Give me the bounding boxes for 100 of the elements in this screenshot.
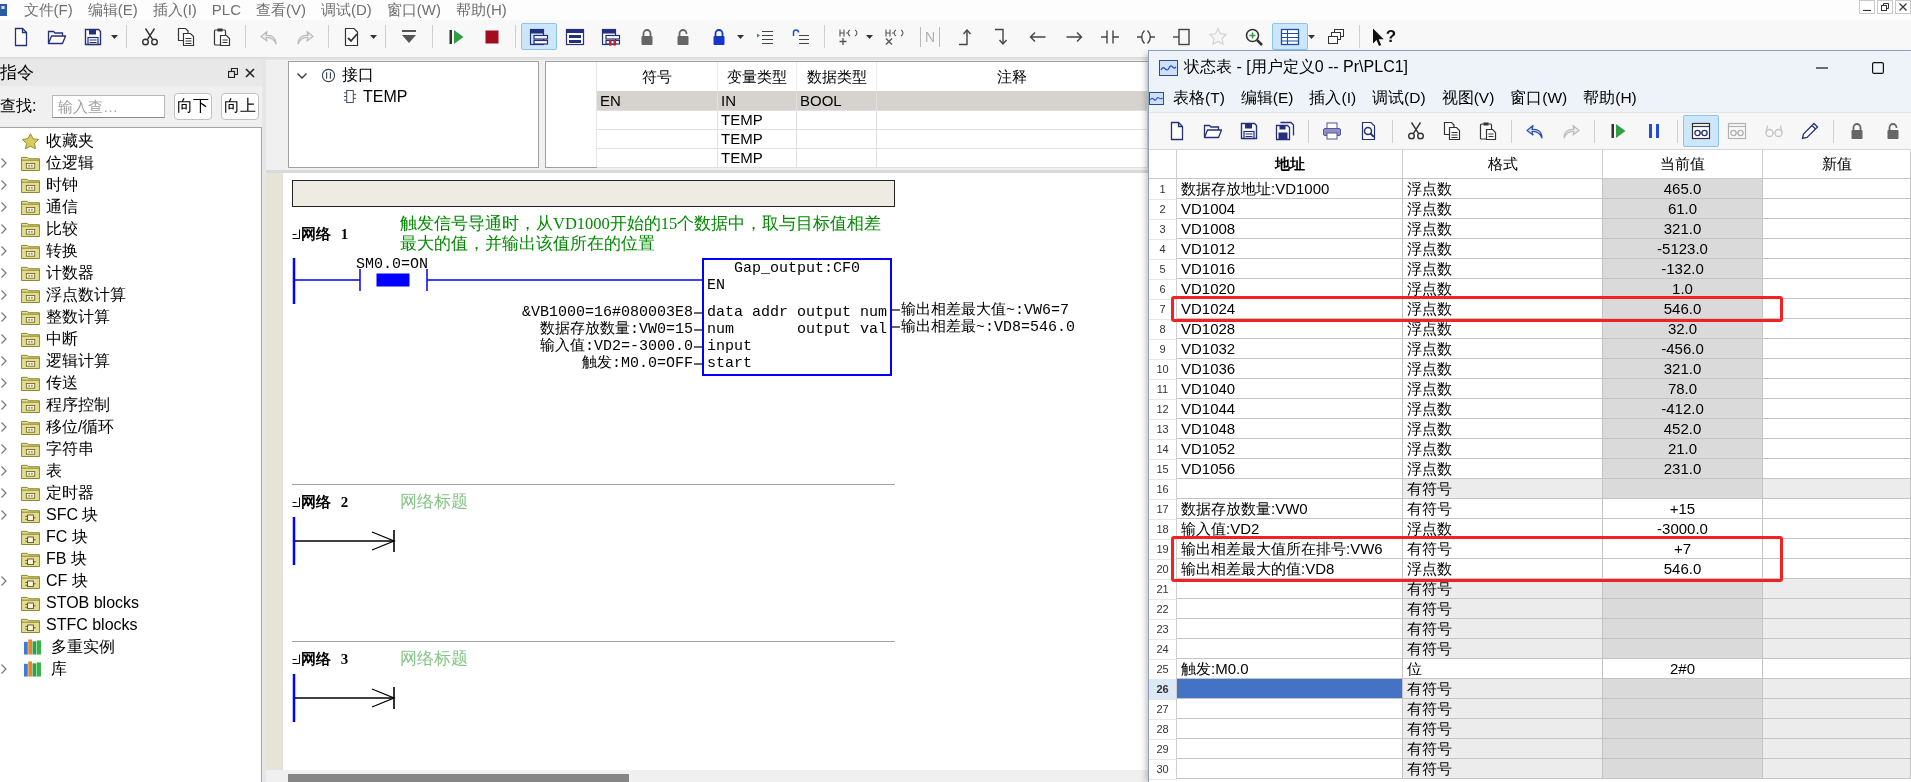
table-cell[interactable]: VD1028 <box>1177 319 1403 339</box>
table-cell[interactable]: 浮点数 <box>1403 439 1603 459</box>
table-cell[interactable]: 浮点数 <box>1403 399 1603 419</box>
table-cell[interactable] <box>1763 739 1911 759</box>
table-cell[interactable]: VD1044 <box>1177 399 1403 419</box>
scrollbar-thumb[interactable] <box>288 774 629 782</box>
table-cell[interactable] <box>797 129 877 149</box>
table-cell[interactable]: VD1036 <box>1177 359 1403 379</box>
tree-item[interactable]: 表 <box>46 460 62 482</box>
table-cell[interactable] <box>1763 439 1911 459</box>
table-cell[interactable] <box>1763 759 1911 779</box>
table-cell[interactable] <box>1177 599 1403 619</box>
search-field[interactable]: 输入查… <box>52 94 165 118</box>
table-cell[interactable] <box>1763 299 1911 319</box>
menu-item[interactable]: 调试(D) <box>1364 87 1434 109</box>
network-comment[interactable]: 触发信号导通时，从VD1000开始的15个数据中，取与目标值相差最大的值，并输出该值所在的位置 <box>400 214 895 254</box>
menu-item[interactable]: 插入(I) <box>1301 87 1365 109</box>
float-window-icon[interactable] <box>228 68 238 78</box>
table-cell[interactable]: VD1020 <box>1177 279 1403 299</box>
table-cell[interactable]: 浮点数 <box>1403 379 1603 399</box>
menu-item[interactable]: PLC <box>204 0 249 20</box>
table-cell[interactable]: 浮点数 <box>1403 239 1603 259</box>
table-cell[interactable] <box>1177 619 1403 639</box>
table-cell[interactable] <box>1763 419 1911 439</box>
table-cell[interactable] <box>1177 719 1403 739</box>
close-icon[interactable] <box>245 68 255 78</box>
table-button[interactable] <box>1272 23 1308 50</box>
table-cell[interactable] <box>1763 359 1911 379</box>
table-cell[interactable] <box>1763 619 1911 639</box>
table-cell[interactable] <box>1763 599 1911 619</box>
table-cell[interactable]: 输出相差最大的值:VD8 <box>1177 559 1403 579</box>
restore-button[interactable] <box>1877 0 1893 14</box>
table-cell[interactable] <box>1763 339 1911 359</box>
tree-item[interactable]: 移位/循环 <box>46 416 115 438</box>
tree-item[interactable]: 接口 <box>342 65 374 86</box>
menu-item[interactable]: 编辑(E) <box>80 0 146 20</box>
table-cell[interactable]: 浮点数 <box>1403 319 1603 339</box>
table-cell[interactable] <box>877 91 1148 111</box>
function-block[interactable]: Gap_output:CF0 EN data addr output num num output val input start <box>702 258 892 376</box>
table-cell[interactable] <box>1177 479 1403 499</box>
selected-row[interactable]: EN IN BOOL <box>597 91 1148 110</box>
table-cell[interactable]: 有符号 <box>1403 479 1603 499</box>
tree-item[interactable]: CF 块 <box>46 570 88 592</box>
table-cell[interactable] <box>597 148 718 168</box>
tree-item[interactable]: 转换 <box>46 240 78 262</box>
search-button[interactable]: 向下 <box>174 92 212 120</box>
table-cell[interactable] <box>1763 259 1911 279</box>
tree-item[interactable]: 整数计算 <box>46 306 110 328</box>
table-cell[interactable] <box>1763 579 1911 599</box>
table-cell[interactable]: TEMP <box>718 129 797 149</box>
table-cell[interactable] <box>1763 719 1911 739</box>
table-cell[interactable] <box>1177 579 1403 599</box>
table-cell[interactable]: 浮点数 <box>1403 219 1603 239</box>
table-cell[interactable]: VD1052 <box>1177 439 1403 459</box>
table-cell[interactable] <box>1763 399 1911 419</box>
tree-item[interactable]: 多重实例 <box>51 636 115 658</box>
table-cell[interactable]: VD1048 <box>1177 419 1403 439</box>
tree-item[interactable]: 时钟 <box>46 174 78 196</box>
table-cell[interactable]: VD1056 <box>1177 459 1403 479</box>
table-cell[interactable]: TEMP <box>718 110 797 130</box>
table-cell[interactable] <box>597 129 718 149</box>
table-cell[interactable] <box>877 129 1148 149</box>
table-cell[interactable]: 有符号 <box>1403 679 1603 699</box>
column-header[interactable]: 格式 <box>1403 150 1603 178</box>
collapse-icon[interactable] <box>292 654 300 664</box>
menu-item[interactable]: 窗口(W) <box>379 0 449 20</box>
column-header[interactable]: 地址 <box>1177 150 1403 178</box>
table-cell[interactable]: 浮点数 <box>1403 299 1603 319</box>
table-cell[interactable] <box>1763 699 1911 719</box>
table-cell[interactable]: 有符号 <box>1403 539 1603 559</box>
table-cell[interactable]: 浮点数 <box>1403 199 1603 219</box>
toolbar-button[interactable] <box>521 23 557 50</box>
tree-item[interactable]: STFC blocks <box>46 614 138 636</box>
menu-item[interactable]: 文件(F) <box>16 0 81 20</box>
table-cell[interactable] <box>1177 739 1403 759</box>
table-cell[interactable] <box>797 148 877 168</box>
table-cell[interactable]: 输入值:VD2 <box>1177 519 1403 539</box>
tree-item[interactable]: TEMP <box>363 87 408 106</box>
table-cell[interactable] <box>1763 479 1911 499</box>
expand-chevron-icon[interactable] <box>297 72 307 79</box>
tree-item[interactable]: FB 块 <box>46 548 87 570</box>
table-cell[interactable]: IN <box>718 91 797 111</box>
tree-item[interactable]: 计数器 <box>46 262 94 284</box>
table-cell[interactable]: 浮点数 <box>1403 419 1603 439</box>
table-cell[interactable] <box>1763 199 1911 219</box>
menu-item[interactable]: 视图(V) <box>1433 87 1503 109</box>
minimize-button[interactable] <box>1859 0 1875 14</box>
table-cell[interactable] <box>1763 319 1911 339</box>
table-cell[interactable] <box>877 148 1148 168</box>
tree-item[interactable]: 库 <box>51 658 67 680</box>
table-cell[interactable]: 有符号 <box>1403 699 1603 719</box>
menu-item[interactable]: 查看(V) <box>248 0 314 20</box>
table-cell[interactable]: 有符号 <box>1403 599 1603 619</box>
menu-item[interactable]: 帮助(H) <box>1575 87 1645 109</box>
table-cell[interactable] <box>1763 379 1911 399</box>
table-cell[interactable] <box>877 110 1148 130</box>
table-cell[interactable]: VD1024 <box>1177 299 1403 319</box>
table-cell[interactable]: 输出相差最大值所在排号:VW6 <box>1177 539 1403 559</box>
table-cell[interactable]: VD1016 <box>1177 259 1403 279</box>
table-cell[interactable]: 有符号 <box>1403 719 1603 739</box>
